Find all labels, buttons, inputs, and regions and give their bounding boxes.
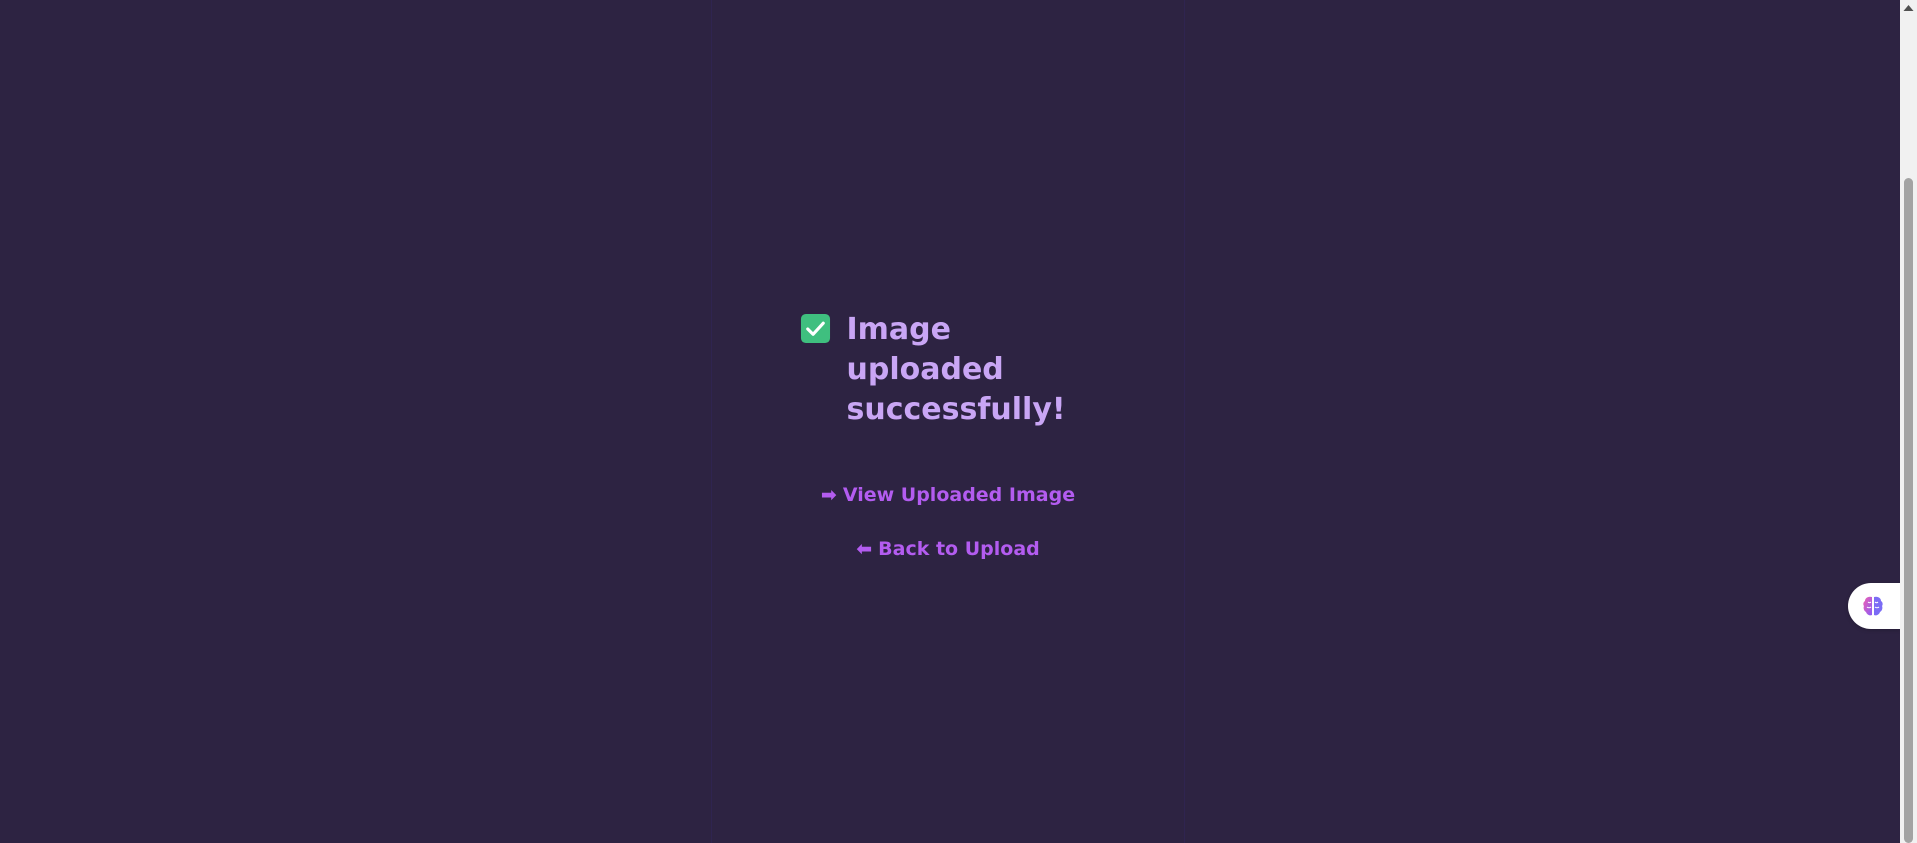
center-panel: Image uploaded successfully! ➡ View Uploa… [711,0,1185,843]
brain-icon [1863,596,1883,616]
page: Image uploaded successfully! ➡ View Uploa… [0,0,1917,843]
scroll-up-arrow-icon[interactable] [1900,0,1917,17]
brain-widget-button[interactable] [1848,583,1900,629]
back-to-upload-label: Back to Upload [878,538,1040,560]
link-list: ➡ View Uploaded Image ⬅ Back to Upload [712,482,1184,562]
vertical-scrollbar[interactable] [1900,0,1917,843]
success-heading: Image uploaded successfully! [800,310,1097,430]
check-mark-button-icon [800,313,830,344]
right-arrow-icon: ➡ [820,484,837,506]
upload-result: Image uploaded successfully! ➡ View Uploa… [712,310,1184,590]
scrollbar-thumb[interactable] [1904,178,1913,843]
left-arrow-icon: ⬅ [856,538,873,560]
view-uploaded-image-label: View Uploaded Image [842,484,1076,506]
back-to-upload-link[interactable]: ⬅ Back to Upload [712,536,1184,562]
view-uploaded-image-link[interactable]: ➡ View Uploaded Image [712,482,1184,508]
success-message: Image uploaded successfully! [846,312,1066,427]
